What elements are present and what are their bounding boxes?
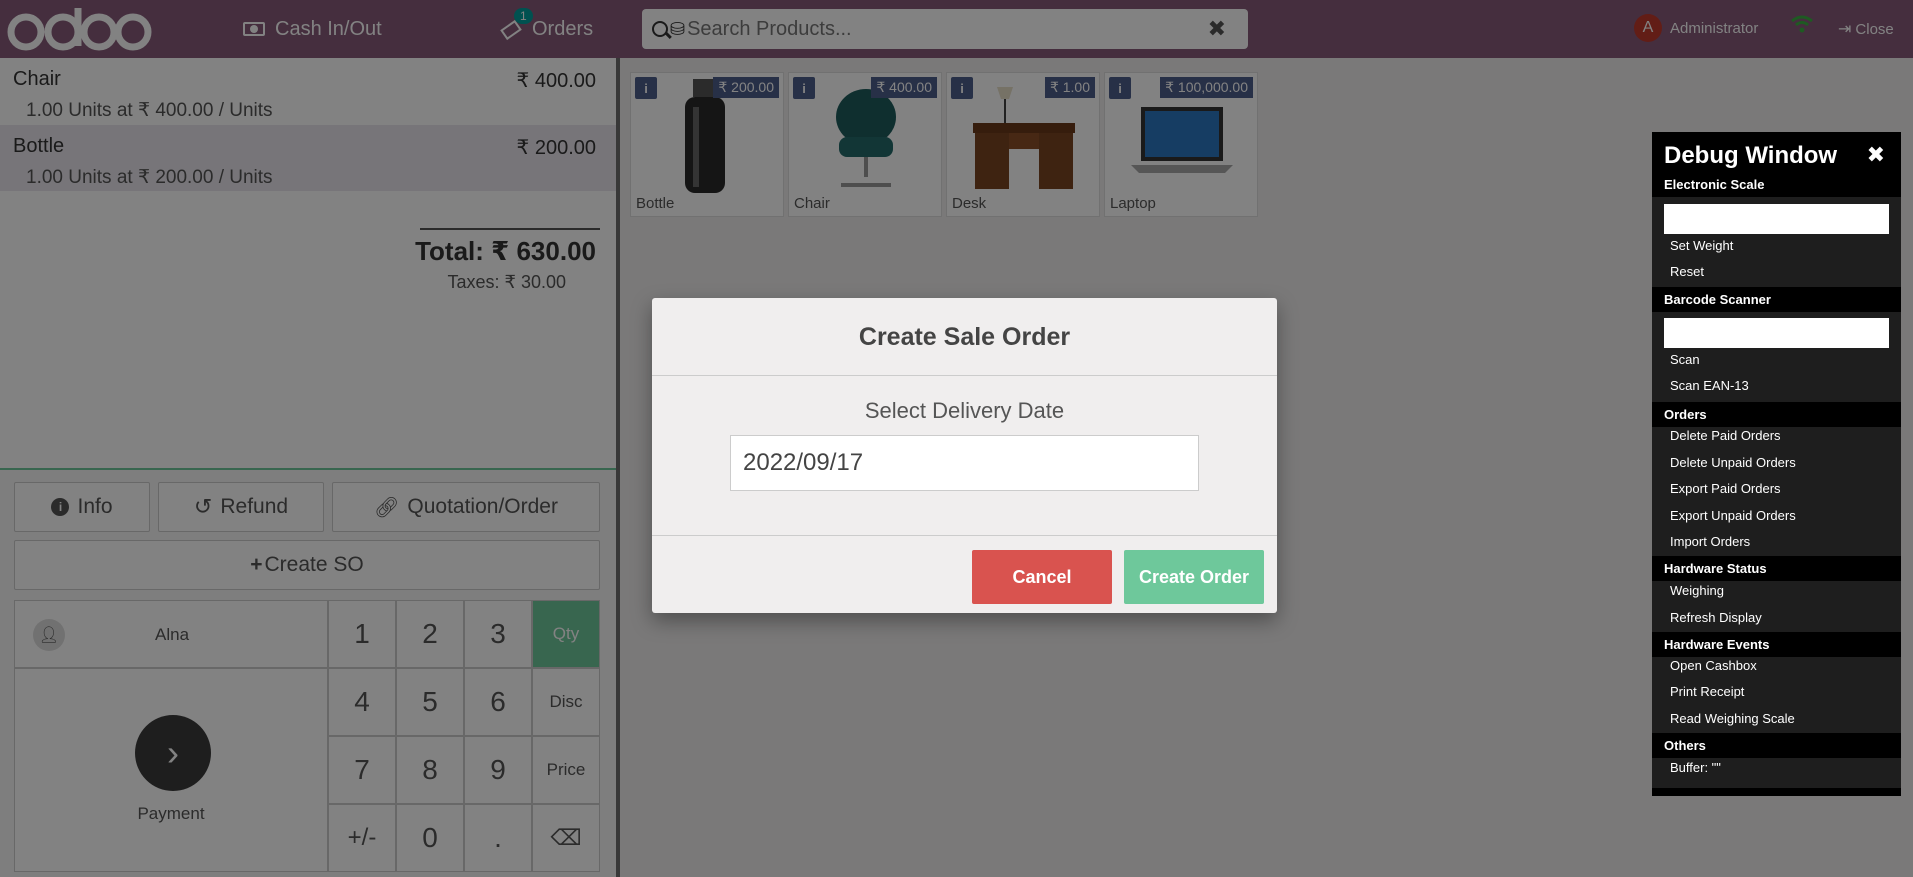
create-sale-order-dialog: Create Sale Order Select Delivery Date C… — [652, 298, 1277, 613]
section-orders: Orders — [1652, 402, 1901, 427]
section-barcode-scanner: Barcode Scanner — [1652, 287, 1901, 312]
export-paid-orders-button[interactable]: Export Paid Orders — [1670, 481, 1781, 496]
refresh-display-button[interactable]: Refresh Display — [1670, 610, 1762, 625]
create-order-button[interactable]: Create Order — [1124, 550, 1264, 604]
scan-ean13-button[interactable]: Scan EAN-13 — [1670, 378, 1749, 393]
section-electronic-scale: Electronic Scale — [1652, 172, 1901, 197]
import-orders-button[interactable]: Import Orders — [1670, 534, 1750, 549]
export-unpaid-orders-button[interactable]: Export Unpaid Orders — [1670, 508, 1796, 523]
section-hardware-status: Hardware Status — [1652, 556, 1901, 581]
scan-button[interactable]: Scan — [1670, 352, 1700, 367]
buffer-value: Buffer: "" — [1670, 760, 1721, 775]
print-receipt-button[interactable]: Print Receipt — [1670, 684, 1744, 699]
delete-paid-orders-button[interactable]: Delete Paid Orders — [1670, 428, 1781, 443]
cancel-button[interactable]: Cancel — [972, 550, 1112, 604]
debug-window-title: Debug Window — [1664, 142, 1838, 169]
weighing-button[interactable]: Weighing — [1670, 583, 1724, 598]
debug-window: Debug Window ✖ Electronic Scale Set Weig… — [1652, 132, 1901, 796]
open-cashbox-button[interactable]: Open Cashbox — [1670, 658, 1757, 673]
dialog-footer — [652, 535, 1277, 536]
dialog-title: Create Sale Order — [652, 298, 1277, 376]
barcode-input[interactable] — [1664, 318, 1889, 348]
section-others: Others — [1652, 733, 1901, 758]
read-weighing-scale-button[interactable]: Read Weighing Scale — [1670, 711, 1795, 726]
weight-input[interactable] — [1664, 204, 1889, 234]
section-hardware-events: Hardware Events — [1652, 632, 1901, 657]
delivery-date-input[interactable] — [730, 435, 1199, 491]
dialog-subtitle: Select Delivery Date — [864, 398, 1065, 423]
delete-unpaid-orders-button[interactable]: Delete Unpaid Orders — [1670, 455, 1796, 470]
set-weight-button[interactable]: Set Weight — [1670, 238, 1733, 253]
reset-button[interactable]: Reset — [1670, 264, 1704, 279]
close-icon[interactable]: ✖ — [1867, 142, 1885, 168]
